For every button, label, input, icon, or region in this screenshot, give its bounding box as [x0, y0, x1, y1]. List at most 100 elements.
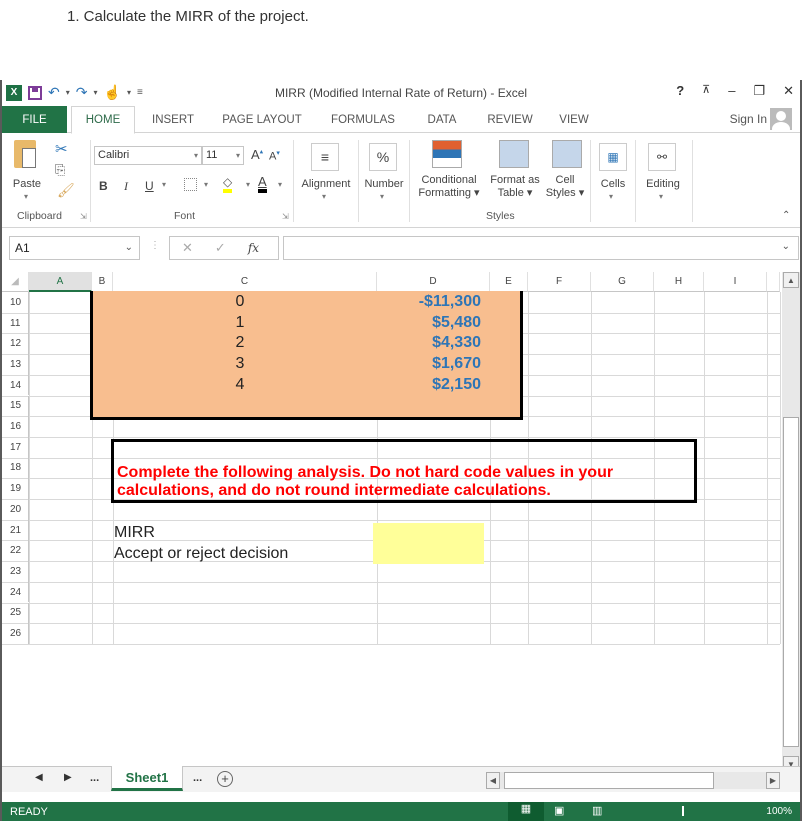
font-color-dropdown-icon[interactable]: ▾	[278, 180, 282, 189]
bold-button[interactable]: B	[99, 179, 108, 193]
cash-flow-cell[interactable]: $5,480	[371, 314, 481, 332]
cash-flow-cell[interactable]: -$11,300	[371, 293, 481, 311]
alignment-icon[interactable]: ≡	[311, 143, 339, 171]
minimize-icon[interactable]: –	[728, 83, 735, 99]
tab-insert[interactable]: INSERT	[148, 106, 198, 133]
sheets-left-ellipsis[interactable]: ...	[90, 772, 99, 784]
enter-icon[interactable]: ✓	[215, 240, 226, 256]
row-header-21[interactable]: 21	[2, 519, 29, 541]
cash-flow-cell[interactable]: $2,150	[371, 376, 481, 394]
insert-function-icon[interactable]: fx	[248, 241, 259, 255]
row-header-24[interactable]: 24	[2, 581, 29, 603]
font-launcher-icon[interactable]: ⇲	[282, 212, 289, 221]
row-header-17[interactable]: 17	[2, 436, 29, 458]
restore-icon[interactable]: ❐	[753, 83, 765, 99]
tab-view[interactable]: VIEW	[554, 106, 594, 133]
row-header-14[interactable]: 14	[2, 374, 29, 396]
row-header-19[interactable]: 19	[2, 478, 29, 499]
conditional-formatting-button[interactable]: Conditional Formatting ▾	[415, 174, 483, 200]
format-as-table-button[interactable]: Format as Table ▾	[487, 174, 543, 200]
year-cell[interactable]: 2	[230, 334, 250, 352]
cell-styles-icon[interactable]	[552, 140, 582, 168]
expand-formula-bar-icon[interactable]: ⌄	[782, 241, 790, 252]
help-icon[interactable]: ?	[676, 83, 684, 99]
binoculars-icon[interactable]: ⚯	[648, 143, 676, 171]
horizontal-scroll-thumb[interactable]	[504, 772, 714, 789]
borders-icon[interactable]	[184, 178, 197, 191]
format-painter-icon[interactable]: 🖌	[57, 182, 75, 199]
formula-bar-grip-icon[interactable]: ⋮	[150, 240, 160, 251]
shrink-font-icon[interactable]: A▾	[269, 149, 280, 163]
vertical-scroll-thumb[interactable]	[783, 417, 799, 747]
font-size-box[interactable]: 11 ▾	[202, 146, 244, 165]
page-layout-view-icon[interactable]: ▣	[554, 804, 564, 817]
row-header-18[interactable]: 18	[2, 457, 29, 479]
col-header-a[interactable]: A	[29, 272, 92, 292]
cell-styles-button[interactable]: Cell Styles ▾	[543, 174, 587, 200]
answer-input-cells[interactable]	[373, 523, 484, 564]
paste-icon[interactable]	[14, 140, 36, 168]
scroll-up-icon[interactable]: ▲	[783, 272, 799, 288]
cash-flow-cell[interactable]: $4,330	[371, 334, 481, 352]
year-cell[interactable]: 1	[230, 314, 250, 332]
editing-dropdown-icon[interactable]: ▾	[659, 190, 663, 203]
page-break-view-icon[interactable]: ▥	[592, 804, 602, 817]
row-header-23[interactable]: 23	[2, 561, 29, 582]
sheets-right-ellipsis[interactable]: ...	[193, 772, 202, 784]
tab-file[interactable]: FILE	[2, 106, 67, 133]
alignment-dropdown-icon[interactable]: ▾	[322, 190, 326, 203]
borders-dropdown-icon[interactable]: ▾	[204, 180, 208, 189]
row-header-15[interactable]: 15	[2, 395, 29, 417]
select-all[interactable]: ◢	[2, 272, 29, 292]
font-size-dropdown-icon[interactable]: ▾	[236, 147, 240, 164]
col-header-g[interactable]: G	[591, 272, 654, 292]
col-header-h[interactable]: H	[654, 272, 704, 292]
fill-color-icon[interactable]: ◇	[223, 176, 233, 193]
ribbon-display-icon[interactable]: ⊼	[702, 83, 710, 99]
row-header-26[interactable]: 26	[2, 623, 29, 644]
sign-in-label[interactable]: Sign In	[730, 112, 767, 126]
horizontal-scrollbar[interactable]: ◀ ▶	[486, 772, 780, 789]
underline-button[interactable]: U	[145, 179, 154, 193]
row-header-11[interactable]: 11	[2, 312, 29, 334]
year-cell[interactable]: 4	[230, 376, 250, 394]
underline-dropdown-icon[interactable]: ▾	[162, 180, 166, 189]
zoom-slider[interactable]	[682, 806, 684, 816]
collapse-ribbon-icon[interactable]: ⌃	[782, 210, 790, 221]
italic-button[interactable]: I	[124, 179, 128, 194]
add-sheet-icon[interactable]: +	[217, 771, 233, 787]
cash-flow-cell[interactable]: $1,670	[371, 355, 481, 373]
clipboard-launcher-icon[interactable]: ⇲	[80, 212, 87, 221]
row-header-22[interactable]: 22	[2, 540, 29, 562]
cells-icon[interactable]: ▦	[599, 143, 627, 171]
copy-icon[interactable]: ⎘	[55, 162, 65, 178]
row-header-16[interactable]: 16	[2, 416, 29, 437]
row-header-12[interactable]: 12	[2, 333, 29, 355]
next-sheet-icon[interactable]: ▶	[64, 772, 72, 783]
tab-formulas[interactable]: FORMULAS	[326, 106, 400, 133]
font-name-box[interactable]: Calibri ▾	[94, 146, 202, 165]
tab-home[interactable]: HOME	[71, 106, 135, 134]
col-header-c[interactable]: C	[113, 272, 377, 292]
col-header-d[interactable]: D	[377, 272, 490, 292]
number-dropdown-icon[interactable]: ▾	[380, 190, 384, 203]
name-box-dropdown-icon[interactable]: ⌄	[125, 237, 133, 259]
zoom-level[interactable]: 100%	[766, 806, 792, 817]
cut-icon[interactable]: ✂	[55, 140, 68, 158]
year-cell[interactable]: 3	[230, 355, 250, 373]
prev-sheet-icon[interactable]: ◀	[35, 772, 43, 783]
sheet-tab-sheet1[interactable]: Sheet1	[111, 766, 183, 791]
cancel-icon[interactable]: ✕	[182, 240, 193, 256]
close-icon[interactable]: ✕	[783, 83, 794, 99]
normal-view-icon[interactable]: ▦	[508, 802, 544, 821]
font-name-dropdown-icon[interactable]: ▾	[194, 147, 198, 164]
year-cell[interactable]: 0	[230, 293, 250, 311]
col-header-next[interactable]	[767, 272, 780, 292]
sign-in[interactable]: Sign In	[730, 108, 792, 130]
col-header-e[interactable]: E	[490, 272, 528, 292]
tab-review[interactable]: REVIEW	[482, 106, 538, 133]
tab-page-layout[interactable]: PAGE LAYOUT	[220, 106, 304, 133]
conditional-formatting-icon[interactable]	[432, 140, 462, 168]
tab-data[interactable]: DATA	[420, 106, 464, 133]
row-header-25[interactable]: 25	[2, 602, 29, 624]
